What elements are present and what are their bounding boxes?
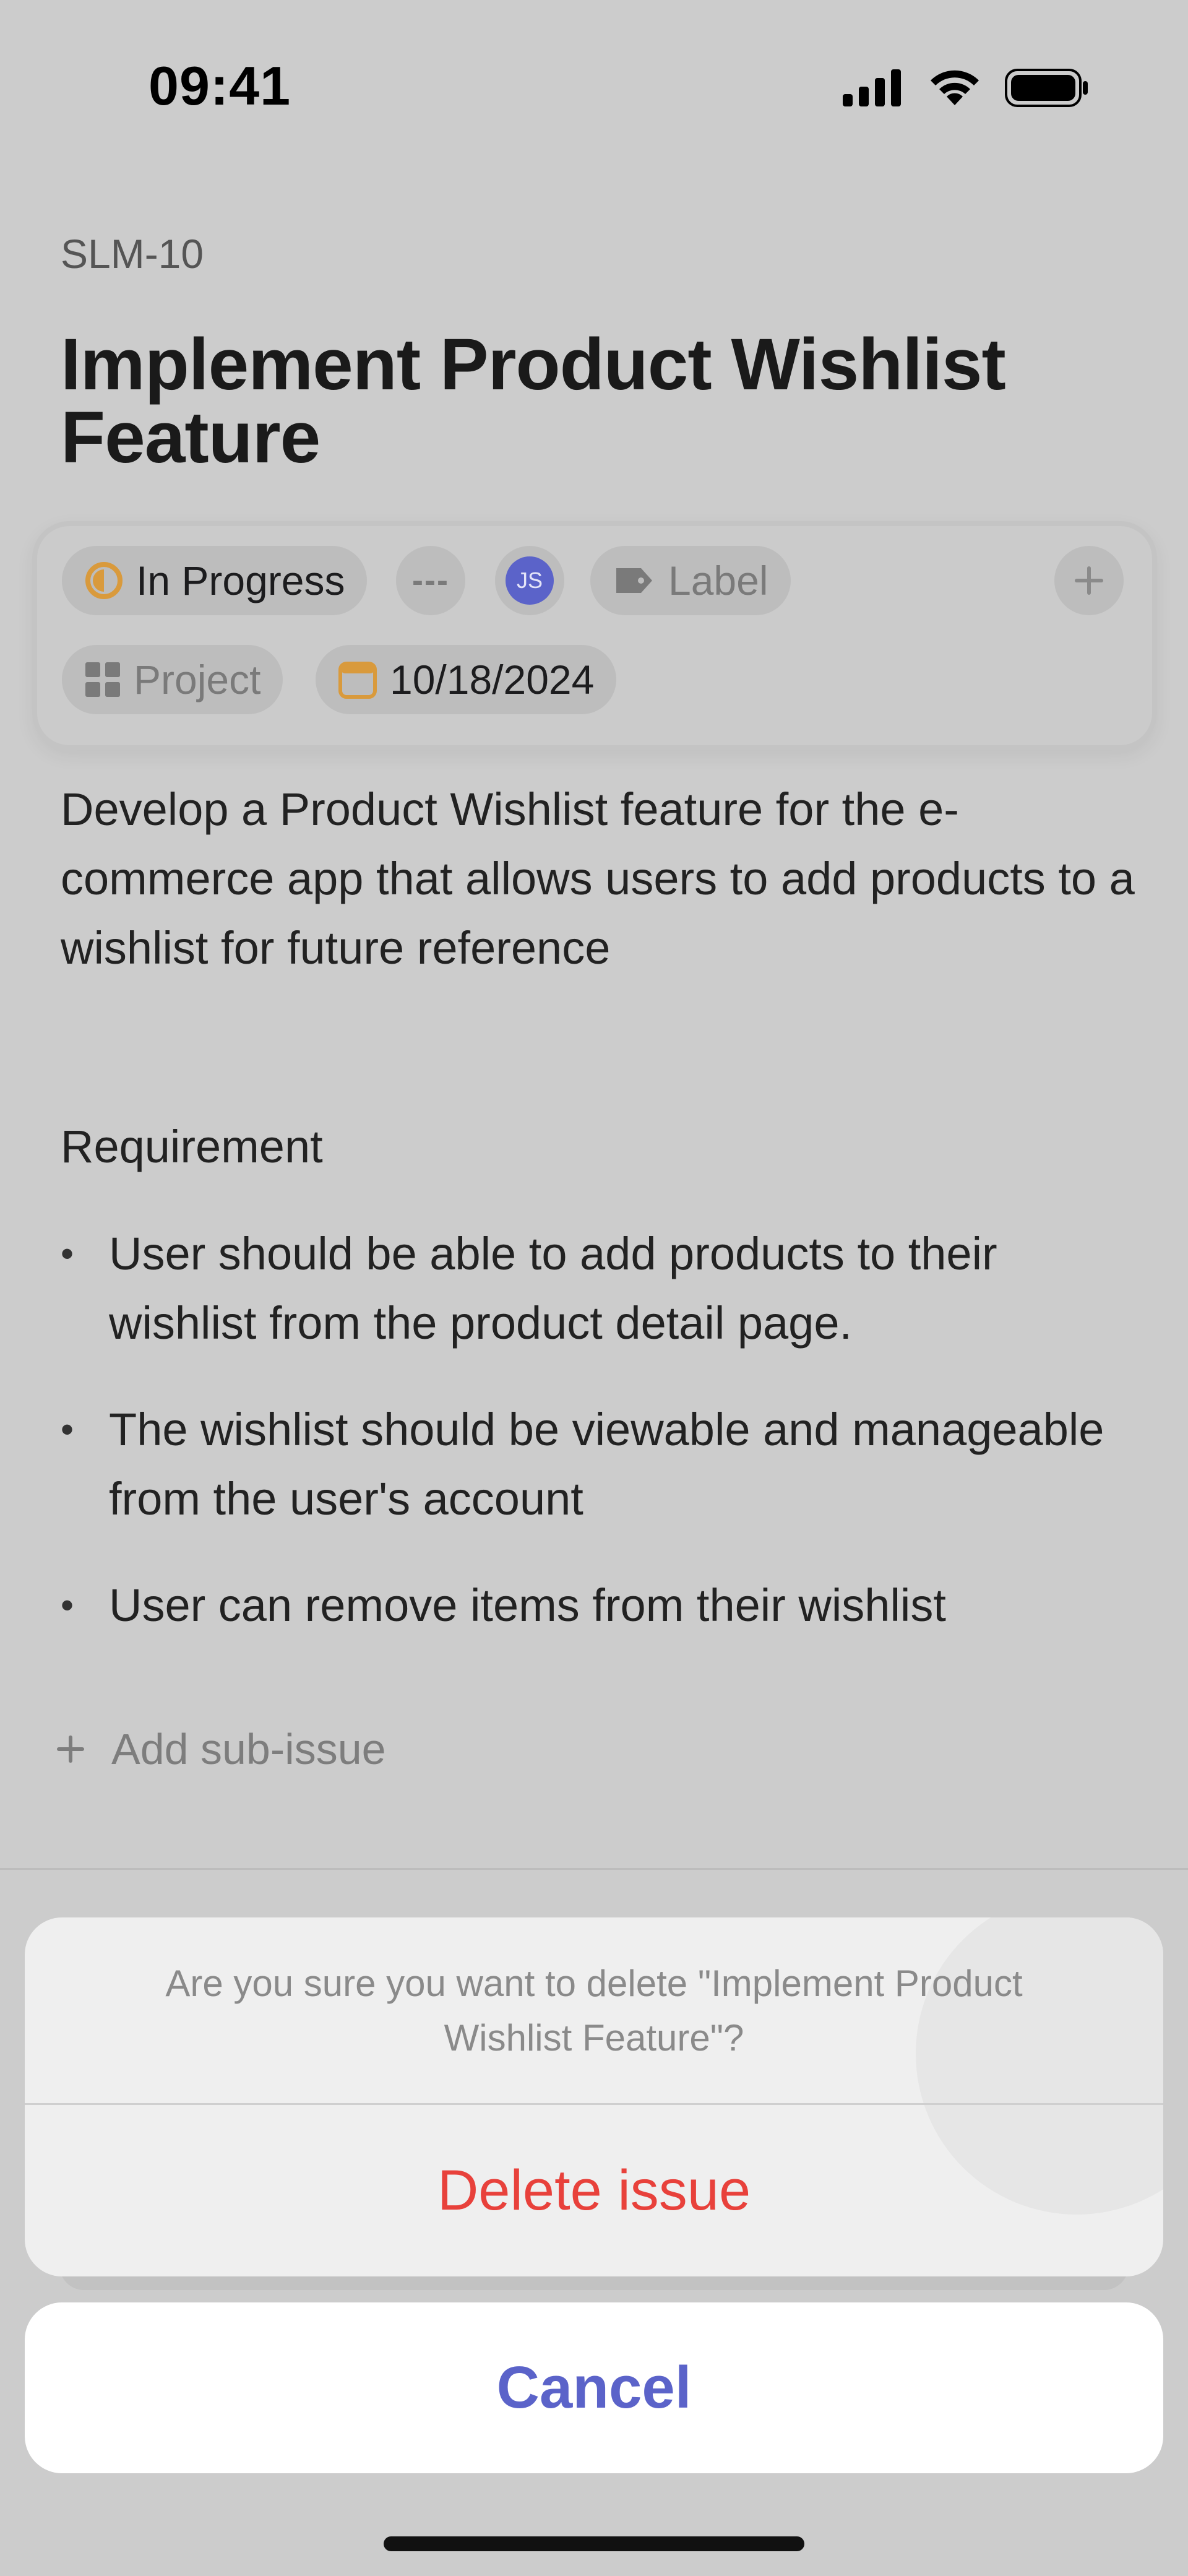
label-chip[interactable]: Label: [590, 546, 791, 615]
add-sub-issue-button[interactable]: Add sub-issue: [54, 1724, 386, 1774]
status-bar: 09:41: [0, 0, 1188, 161]
project-chip[interactable]: Project: [62, 645, 283, 714]
priority-label: ---: [412, 562, 449, 599]
status-time: 09:41: [148, 55, 291, 116]
issue-description[interactable]: Develop a Product Wishlist feature for t…: [61, 775, 1137, 983]
action-sheet-message: Are you sure you want to delete "Impleme…: [165, 1963, 1023, 2059]
status-chip[interactable]: In Progress: [62, 546, 368, 615]
due-date-chip[interactable]: 10/18/2024: [316, 645, 617, 714]
delete-issue-button[interactable]: Delete issue: [25, 2105, 1163, 2276]
add-sub-issue-label: Add sub-issue: [111, 1725, 386, 1773]
issue-id: SLM-10: [61, 231, 204, 277]
requirement-heading: Requirement: [61, 1121, 323, 1172]
cancel-button[interactable]: Cancel: [25, 2302, 1163, 2473]
avatar: JS: [506, 556, 554, 605]
cellular-signal-icon: [843, 69, 901, 106]
project-grid-icon: [85, 662, 120, 697]
divider: [0, 1868, 1188, 1870]
plus-icon: [1075, 566, 1103, 595]
project-label: Project: [134, 657, 261, 702]
list-item: User should be able to add products to t…: [61, 1219, 1150, 1358]
list-item: User can remove items from their wishlis…: [61, 1571, 1150, 1640]
list-item: The wishlist should be viewable and mana…: [61, 1395, 1150, 1534]
action-sheet: Are you sure you want to delete "Impleme…: [25, 1917, 1163, 2276]
add-property-button[interactable]: [1054, 546, 1124, 615]
status-icons: [843, 68, 1089, 108]
plus-icon: [57, 1735, 84, 1763]
issue-properties-card: In Progress --- JS Label Project 10/18/2…: [32, 521, 1157, 750]
due-date-label: 10/18/2024: [390, 657, 595, 702]
battery-icon: [1005, 69, 1088, 107]
label-label: Label: [668, 558, 768, 603]
requirement-list: User should be able to add products to t…: [61, 1219, 1150, 1677]
status-label: In Progress: [136, 558, 345, 603]
assignee-chip[interactable]: JS: [495, 546, 564, 615]
home-indicator[interactable]: [384, 2536, 804, 2551]
issue-title[interactable]: Implement Product Wishlist Feature: [61, 328, 1113, 474]
priority-chip[interactable]: ---: [396, 546, 465, 615]
calendar-icon: [338, 662, 377, 699]
tag-icon: [616, 568, 652, 593]
status-in-progress-icon: [85, 562, 123, 599]
wifi-icon: [931, 70, 979, 105]
